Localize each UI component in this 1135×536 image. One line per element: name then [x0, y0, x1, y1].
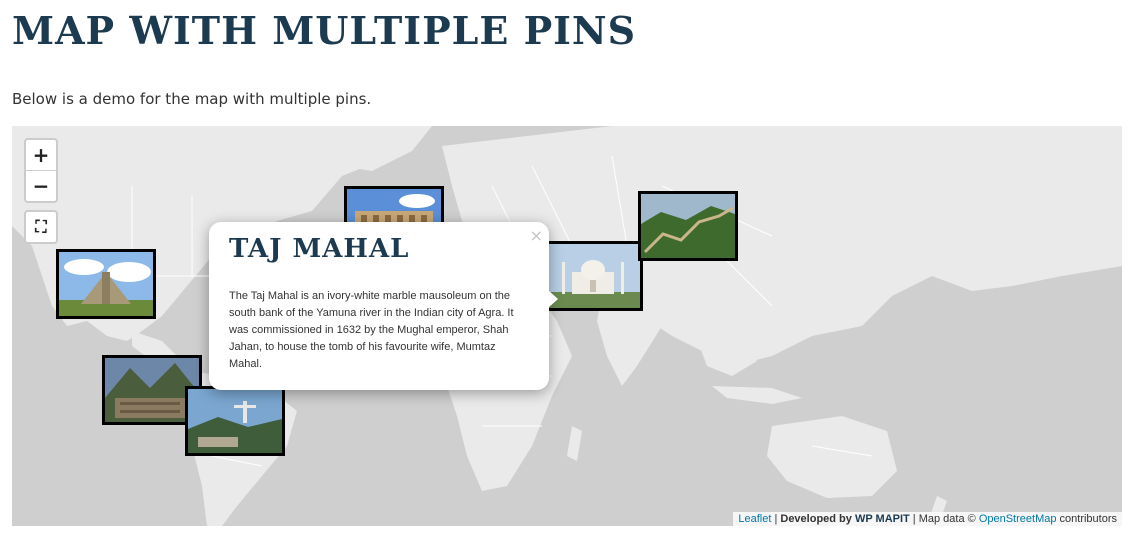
- pyramid-photo-icon: [59, 252, 153, 316]
- zoom-in-button[interactable]: +: [26, 140, 56, 170]
- taj-mahal-photo-icon: [546, 244, 640, 308]
- zoom-control: + −: [24, 138, 58, 203]
- page-title: Map with multiple pins: [12, 8, 637, 53]
- pin-christ-the-redeemer[interactable]: [185, 386, 285, 456]
- popup-text: The Taj Mahal is an ivory-white marble m…: [229, 290, 514, 370]
- great-wall-photo-icon: [641, 194, 735, 258]
- info-popup: × Taj Mahal The Taj Mahal is an ivory-wh…: [209, 222, 558, 390]
- statue-photo-icon: [188, 389, 282, 453]
- leaflet-link[interactable]: Leaflet: [738, 513, 771, 525]
- contributors-text: contributors: [1056, 513, 1117, 525]
- fullscreen-button[interactable]: ⛶: [26, 212, 56, 242]
- openstreetmap-link[interactable]: OpenStreetMap: [979, 513, 1057, 525]
- pin-great-wall[interactable]: [638, 191, 738, 261]
- popup-tip: [548, 290, 558, 308]
- popup-title: Taj Mahal: [229, 234, 410, 264]
- zoom-out-button[interactable]: −: [26, 170, 56, 201]
- map-attribution: Leaflet | Developed by WP MAPIT | Map da…: [733, 512, 1122, 526]
- popup-close-button[interactable]: ×: [530, 226, 543, 245]
- map[interactable]: + − ⛶ × TAJ MAHAL The Taj Mahal is an iv…: [12, 126, 1122, 526]
- developed-by-text: Developed by: [780, 513, 855, 525]
- fullscreen-control: ⛶: [24, 210, 58, 244]
- wp-mapit-link[interactable]: WP MAPIT: [855, 513, 910, 525]
- intro-text: Below is a demo for the map with multipl…: [12, 90, 372, 108]
- pin-taj-mahal[interactable]: [543, 241, 643, 311]
- world-basemap[interactable]: [12, 126, 1122, 526]
- map-data-text: | Map data ©: [909, 513, 979, 525]
- pin-chichen-itza[interactable]: [56, 249, 156, 319]
